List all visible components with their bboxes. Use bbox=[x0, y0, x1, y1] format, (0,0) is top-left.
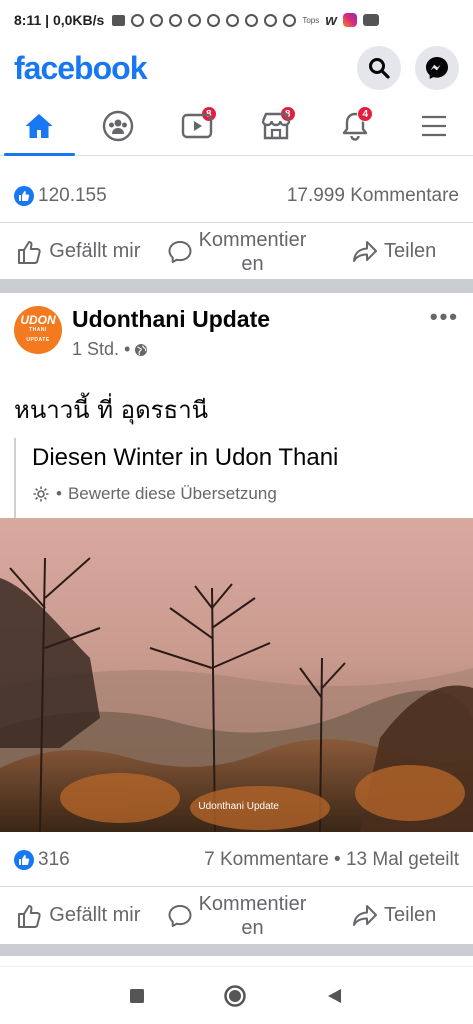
prev-post-actions: Gefällt mir Kommentier en Teilen bbox=[0, 222, 473, 280]
search-icon bbox=[369, 58, 390, 79]
android-nav-bar bbox=[0, 966, 473, 1024]
back-triangle-icon[interactable] bbox=[326, 987, 344, 1005]
w-icon: w bbox=[325, 11, 337, 29]
status-bar: 8:11 | 0,0KB/s Tops w bbox=[0, 0, 473, 40]
chrome-icon bbox=[226, 13, 240, 27]
post-like-number: 316 bbox=[38, 849, 70, 870]
comment-button[interactable]: Kommentier en bbox=[158, 892, 316, 940]
post-like-count[interactable]: 316 bbox=[14, 849, 70, 871]
notifications-badge: 4 bbox=[357, 106, 374, 122]
tab-notifications[interactable]: 4 bbox=[315, 96, 394, 155]
like-reaction-icon bbox=[14, 186, 34, 206]
chrome-icon bbox=[150, 13, 164, 27]
share-icon bbox=[353, 240, 378, 262]
rate-bullet: • bbox=[56, 484, 62, 503]
share-label: Teilen bbox=[384, 240, 437, 262]
comment-label-line1: Kommentier bbox=[198, 228, 307, 251]
recents-square-icon[interactable] bbox=[129, 988, 145, 1004]
comment-icon bbox=[168, 904, 192, 927]
tab-home[interactable] bbox=[0, 96, 79, 156]
messenger-button[interactable] bbox=[415, 46, 459, 90]
messenger-icon bbox=[426, 57, 448, 79]
page-name[interactable]: Udonthani Update bbox=[72, 306, 430, 333]
tab-groups[interactable]: 8 bbox=[79, 96, 217, 155]
chrome-icon bbox=[188, 13, 202, 27]
main-tabbar: 8 8 2 4 bbox=[0, 96, 473, 156]
globe-icon bbox=[135, 343, 148, 356]
comment-label-line2: en bbox=[241, 916, 264, 939]
share-icon bbox=[353, 904, 378, 926]
prev-comment-count[interactable]: 17.999 Kommentare bbox=[287, 185, 459, 207]
groups-icon bbox=[103, 110, 134, 141]
post-actions: Gefällt mir Kommentier en Teilen bbox=[0, 886, 473, 944]
gear-icon bbox=[33, 486, 49, 502]
feed-separator bbox=[0, 279, 473, 293]
status-time: 8:11 | 0,0KB/s bbox=[14, 12, 105, 28]
post-image[interactable]: Udonthani Update bbox=[0, 518, 473, 832]
home-icon bbox=[25, 113, 53, 138]
like-reaction-icon bbox=[14, 850, 34, 870]
like-label: Gefällt mir bbox=[49, 240, 141, 262]
comment-label-line1: Kommentier bbox=[198, 892, 307, 915]
post-text: หนาวนี้ ที่ อุดรธานี bbox=[14, 396, 209, 424]
avatar-line3: UPDATE bbox=[26, 337, 50, 343]
thumbs-up-icon bbox=[18, 904, 41, 928]
page-avatar[interactable]: UDON THANI UPDATE bbox=[14, 306, 62, 354]
chrome-icon bbox=[245, 13, 259, 27]
winter-landscape-photo bbox=[0, 518, 473, 832]
post-more-options-icon[interactable]: ••• bbox=[430, 306, 459, 372]
translation-block: Diesen Winter in Udon Thani • Bewerte di… bbox=[14, 438, 459, 518]
tab-marketplace[interactable]: 2 bbox=[236, 96, 375, 155]
prev-like-count[interactable]: 120.155 bbox=[14, 185, 107, 207]
tab-menu[interactable] bbox=[394, 96, 473, 155]
prev-post-reactions: 120.155 17.999 Kommentare bbox=[14, 171, 459, 221]
share-label: Teilen bbox=[384, 904, 437, 926]
avatar-line2: THANI bbox=[29, 327, 47, 333]
hamburger-menu-icon bbox=[421, 115, 446, 136]
youtube-icon bbox=[362, 14, 379, 26]
marketplace-icon bbox=[261, 112, 291, 139]
feed-separator bbox=[0, 944, 473, 956]
chrome-icon bbox=[169, 13, 183, 27]
image-watermark: Udonthani Update bbox=[198, 801, 279, 812]
like-button[interactable]: Gefällt mir bbox=[0, 239, 158, 265]
prev-like-number: 120.155 bbox=[38, 185, 107, 206]
post-reactions: 316 7 Kommentare • 13 Mal geteilt bbox=[14, 835, 459, 885]
like-label: Gefällt mir bbox=[49, 904, 141, 926]
comment-button[interactable]: Kommentier en bbox=[158, 228, 316, 276]
watch-icon bbox=[181, 113, 213, 138]
translated-text: Diesen Winter in Udon Thani bbox=[32, 444, 339, 471]
share-button[interactable]: Teilen bbox=[315, 240, 473, 264]
status-icons: Tops w bbox=[112, 12, 379, 29]
comment-label-line2: en bbox=[241, 252, 264, 275]
chrome-icon bbox=[264, 13, 278, 27]
avatar-line1: UDON bbox=[20, 313, 56, 327]
facebook-logo[interactable]: facebook bbox=[14, 50, 147, 87]
chrome-icon bbox=[283, 13, 297, 27]
post-time-text: 1 Std. • bbox=[72, 339, 131, 359]
post-comments-shares[interactable]: 7 Kommentare • 13 Mal geteilt bbox=[204, 849, 459, 871]
thumbs-up-icon bbox=[18, 240, 41, 264]
post-timestamp[interactable]: 1 Std. • bbox=[72, 339, 430, 360]
message-icon bbox=[112, 14, 126, 26]
rate-translation[interactable]: • Bewerte diese Übersetzung bbox=[32, 484, 459, 504]
home-circle-icon[interactable] bbox=[223, 984, 247, 1008]
tops-label: Tops bbox=[302, 15, 320, 25]
post-meta: Udonthani Update 1 Std. • bbox=[72, 306, 430, 372]
instagram-icon bbox=[342, 13, 357, 27]
app-header: facebook bbox=[0, 40, 473, 96]
facebook-notif-icon bbox=[131, 13, 145, 27]
share-button[interactable]: Teilen bbox=[315, 904, 473, 928]
like-button[interactable]: Gefällt mir bbox=[0, 903, 158, 929]
comment-icon bbox=[168, 240, 192, 263]
search-button[interactable] bbox=[357, 46, 401, 90]
post-header: UDON THANI UPDATE Udonthani Update 1 Std… bbox=[14, 306, 459, 372]
chrome-icon bbox=[207, 13, 221, 27]
rate-translation-label: Bewerte diese Übersetzung bbox=[67, 484, 277, 503]
tab-watch[interactable]: 8 bbox=[158, 96, 296, 155]
